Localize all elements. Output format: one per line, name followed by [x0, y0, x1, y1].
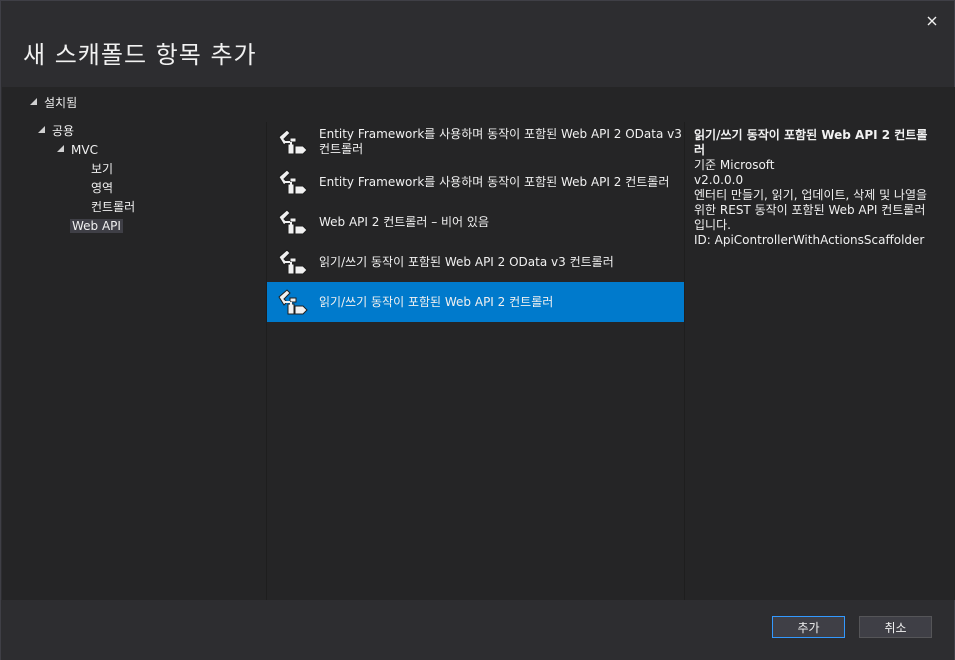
title-bar: 새 스캐폴드 항목 추가	[1, 1, 954, 87]
list-item[interactable]: 읽기/쓰기 동작이 포함된 Web API 2 OData v3 컨트롤러	[267, 242, 684, 282]
tree-node-view[interactable]: 보기	[91, 159, 113, 178]
detail-panel: 읽기/쓰기 동작이 포함된 Web API 2 컨트롤러 기준 Microsof…	[694, 128, 934, 248]
tree-label-webapi: Web API	[70, 218, 123, 233]
list-item-label: Entity Framework를 사용하며 동작이 포함된 Web API 2…	[319, 174, 670, 189]
expand-arrow-icon[interactable]	[38, 126, 45, 133]
expand-arrow-icon[interactable]	[57, 145, 64, 152]
tree-label-view: 보기	[91, 162, 114, 176]
footer: 추가 취소	[1, 600, 954, 660]
cancel-button[interactable]: 취소	[859, 616, 932, 638]
list-item[interactable]: Entity Framework를 사용하며 동작이 포함된 Web API 2…	[267, 162, 684, 202]
tree-node-common[interactable]: 공용	[38, 121, 74, 140]
detail-description: 엔터티 만들기, 읽기, 업데이트, 삭제 및 나열을 위한 REST 동작이 …	[694, 188, 928, 232]
dialog-title: 새 스캐폴드 항목 추가	[23, 41, 257, 69]
content-area: 설치됨 공용 MVC 보기 영역 컨트롤러 Web API Entity Fra…	[2, 87, 955, 600]
scaffold-list: Entity Framework를 사용하며 동작이 포함된 Web API 2…	[267, 122, 684, 600]
list-item[interactable]: 읽기/쓰기 동작이 포함된 Web API 2 컨트롤러	[267, 282, 684, 322]
scaffold-icon	[276, 168, 308, 196]
scaffold-icon	[276, 248, 308, 276]
dialog-window: 새 스캐폴드 항목 추가 설치됨 공용 MVC 보기 영역 컨트롤러 Web A…	[0, 0, 955, 660]
tree-label-mvc: MVC	[71, 142, 98, 157]
tree-node-area[interactable]: 영역	[91, 178, 113, 197]
close-button[interactable]	[920, 9, 944, 33]
add-button[interactable]: 추가	[772, 616, 845, 638]
detail-author: 기준 Microsoft	[694, 158, 775, 172]
list-item[interactable]: Entity Framework를 사용하며 동작이 포함된 Web API 2…	[267, 122, 684, 162]
scaffold-icon	[276, 128, 308, 156]
list-item-label: Entity Framework를 사용하며 동작이 포함된 Web API 2…	[319, 127, 682, 156]
tree-node-webapi[interactable]: Web API	[70, 216, 123, 235]
tree-node-mvc[interactable]: MVC	[57, 140, 98, 159]
tree-installed-label: 설치됨	[44, 96, 78, 110]
detail-id: ID: ApiControllerWithActionsScaffolder	[694, 233, 925, 247]
list-item[interactable]: Web API 2 컨트롤러 – 비어 있음	[267, 202, 684, 242]
scaffold-icon	[276, 288, 308, 316]
tree-node-controller[interactable]: 컨트롤러	[91, 197, 135, 216]
tree-label-controller: 컨트롤러	[91, 200, 136, 214]
expand-arrow-icon[interactable]	[30, 98, 37, 105]
list-item-label: 읽기/쓰기 동작이 포함된 Web API 2 컨트롤러	[319, 294, 554, 309]
tree-label-common: 공용	[52, 124, 75, 138]
detail-title: 읽기/쓰기 동작이 포함된 Web API 2 컨트롤러	[694, 128, 928, 157]
detail-version: v2.0.0.0	[694, 173, 744, 187]
list-item-label: Web API 2 컨트롤러 – 비어 있음	[319, 214, 489, 229]
tree-label-area: 영역	[91, 181, 114, 195]
close-icon	[927, 16, 937, 26]
scaffold-icon	[276, 208, 308, 236]
list-item-label: 읽기/쓰기 동작이 포함된 Web API 2 OData v3 컨트롤러	[319, 254, 614, 269]
tree-installed[interactable]: 설치됨	[30, 94, 77, 111]
